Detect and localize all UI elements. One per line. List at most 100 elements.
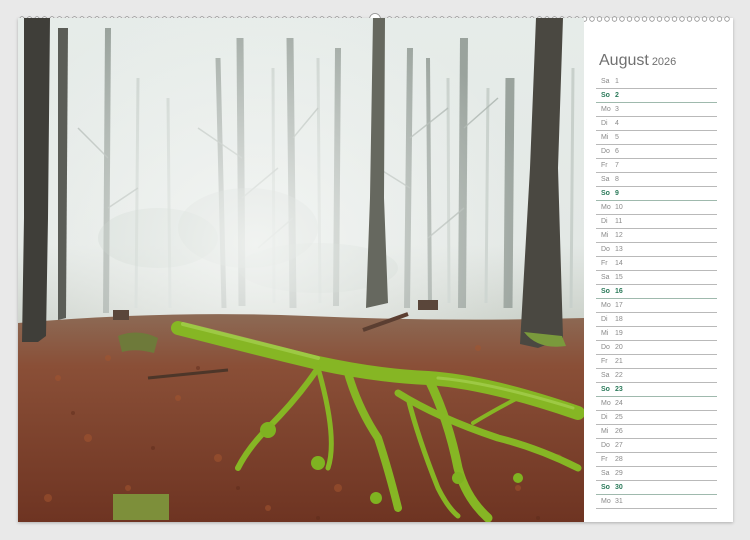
day-number: 23 — [615, 386, 623, 393]
weekday-label: Fr — [601, 260, 608, 267]
month-name: August — [599, 52, 649, 69]
day-row: Fr 14 — [596, 257, 717, 271]
day-number: 12 — [615, 232, 623, 239]
weekday-label: Sa — [601, 470, 610, 477]
weekday-label: Mi — [601, 134, 609, 141]
day-number: 24 — [615, 400, 623, 407]
day-number: 16 — [615, 288, 623, 295]
day-number: 15 — [615, 274, 623, 281]
day-row: Mo 31 — [596, 495, 717, 509]
day-number: 4 — [615, 120, 619, 127]
day-row-sunday: So 23 — [596, 383, 717, 397]
weekday-label: Do — [601, 148, 610, 155]
day-number: 26 — [615, 428, 623, 435]
binding-ring — [611, 16, 618, 22]
weekday-label: Do — [601, 442, 610, 449]
binding-ring — [686, 16, 693, 22]
weekday-label: Sa — [601, 176, 610, 183]
day-row: Fr 21 — [596, 355, 717, 369]
binding-ring — [709, 16, 715, 22]
day-number: 30 — [615, 484, 623, 491]
day-number: 9 — [615, 190, 619, 197]
weekday-label: Fr — [601, 162, 608, 169]
day-number: 5 — [615, 134, 619, 141]
day-number: 3 — [615, 106, 619, 113]
day-row: Sa 15 — [596, 271, 717, 285]
day-row: Mo 10 — [596, 201, 717, 215]
day-number: 11 — [615, 218, 623, 225]
day-row: Sa 29 — [596, 467, 717, 481]
day-row: Di 11 — [596, 215, 717, 229]
weekday-label: Mi — [601, 232, 609, 239]
day-row: Mi 26 — [596, 425, 717, 439]
day-number: 14 — [615, 260, 623, 267]
binding-ring — [589, 16, 595, 22]
binding-ring — [664, 16, 670, 22]
day-row: Do 27 — [596, 439, 717, 453]
weekday-label: Di — [601, 414, 608, 421]
day-row: Mo 17 — [596, 299, 717, 313]
month-title: August 2026 — [599, 52, 676, 74]
weekday-label: Sa — [601, 78, 610, 85]
day-row: Sa 22 — [596, 369, 717, 383]
binding-ring — [656, 16, 663, 22]
day-row: Fr 28 — [596, 453, 717, 467]
day-number: 22 — [615, 372, 623, 379]
weekday-label: Mi — [601, 428, 609, 435]
day-list: Sa 1 So 2 Mo 3 Di 4 Mi 5 Do 6 Fr 7 Sa 8 So 9 Mo 10 Di 11 Mi 12 D… — [596, 75, 717, 509]
weekday-label: Fr — [601, 456, 608, 463]
binding-ring — [634, 16, 640, 22]
day-row: Mo 3 — [596, 103, 717, 117]
weekday-label: Mo — [601, 204, 611, 211]
day-number: 6 — [615, 148, 619, 155]
binding-ring — [604, 16, 610, 22]
binding-ring — [649, 16, 655, 22]
binding-ring — [679, 16, 685, 22]
day-row: Mo 24 — [596, 397, 717, 411]
weekday-label: Mo — [601, 302, 611, 309]
day-number: 13 — [615, 246, 623, 253]
day-row-sunday: So 16 — [596, 285, 717, 299]
weekday-label: So — [601, 288, 610, 295]
day-number: 7 — [615, 162, 619, 169]
binding-ring — [701, 16, 708, 22]
binding-ring — [626, 16, 633, 22]
binding-ring — [641, 16, 648, 22]
weekday-label: So — [601, 92, 610, 99]
day-row-sunday: So 2 — [596, 89, 717, 103]
day-row-sunday: So 30 — [596, 481, 717, 495]
day-row: Fr 7 — [596, 159, 717, 173]
day-number: 10 — [615, 204, 623, 211]
binding-ring — [716, 16, 723, 22]
day-number: 2 — [615, 92, 619, 99]
weekday-label: Mo — [601, 498, 611, 505]
day-number: 20 — [615, 344, 623, 351]
day-row: Sa 1 — [596, 75, 717, 89]
day-row-sunday: So 9 — [596, 187, 717, 201]
year-label: 2026 — [651, 56, 677, 68]
day-number: 31 — [615, 498, 623, 505]
day-number: 1 — [615, 78, 619, 85]
binding-ring — [724, 16, 730, 22]
day-number: 29 — [615, 470, 623, 477]
day-row: Mi 19 — [596, 327, 717, 341]
calendar-panel: August 2026 Sa 1 So 2 Mo 3 Di 4 Mi 5 Do 6 Fr 7 Sa 8 So 9 Mo… — [596, 48, 720, 522]
day-number: 17 — [615, 302, 623, 309]
weekday-label: Fr — [601, 358, 608, 365]
day-row: Do 6 — [596, 145, 717, 159]
day-number: 8 — [615, 176, 619, 183]
weekday-label: Sa — [601, 274, 610, 281]
day-row: Di 4 — [596, 117, 717, 131]
weekday-label: Di — [601, 316, 608, 323]
weekday-label: So — [601, 484, 610, 491]
weekday-label: Do — [601, 246, 610, 253]
day-row: Mi 12 — [596, 229, 717, 243]
weekday-label: Di — [601, 218, 608, 225]
weekday-label: Mi — [601, 330, 609, 337]
day-number: 28 — [615, 456, 623, 463]
weekday-label: Do — [601, 344, 610, 351]
binding-ring — [671, 16, 678, 22]
day-number: 19 — [615, 330, 623, 337]
day-number: 18 — [615, 316, 623, 323]
binding-ring — [694, 16, 700, 22]
